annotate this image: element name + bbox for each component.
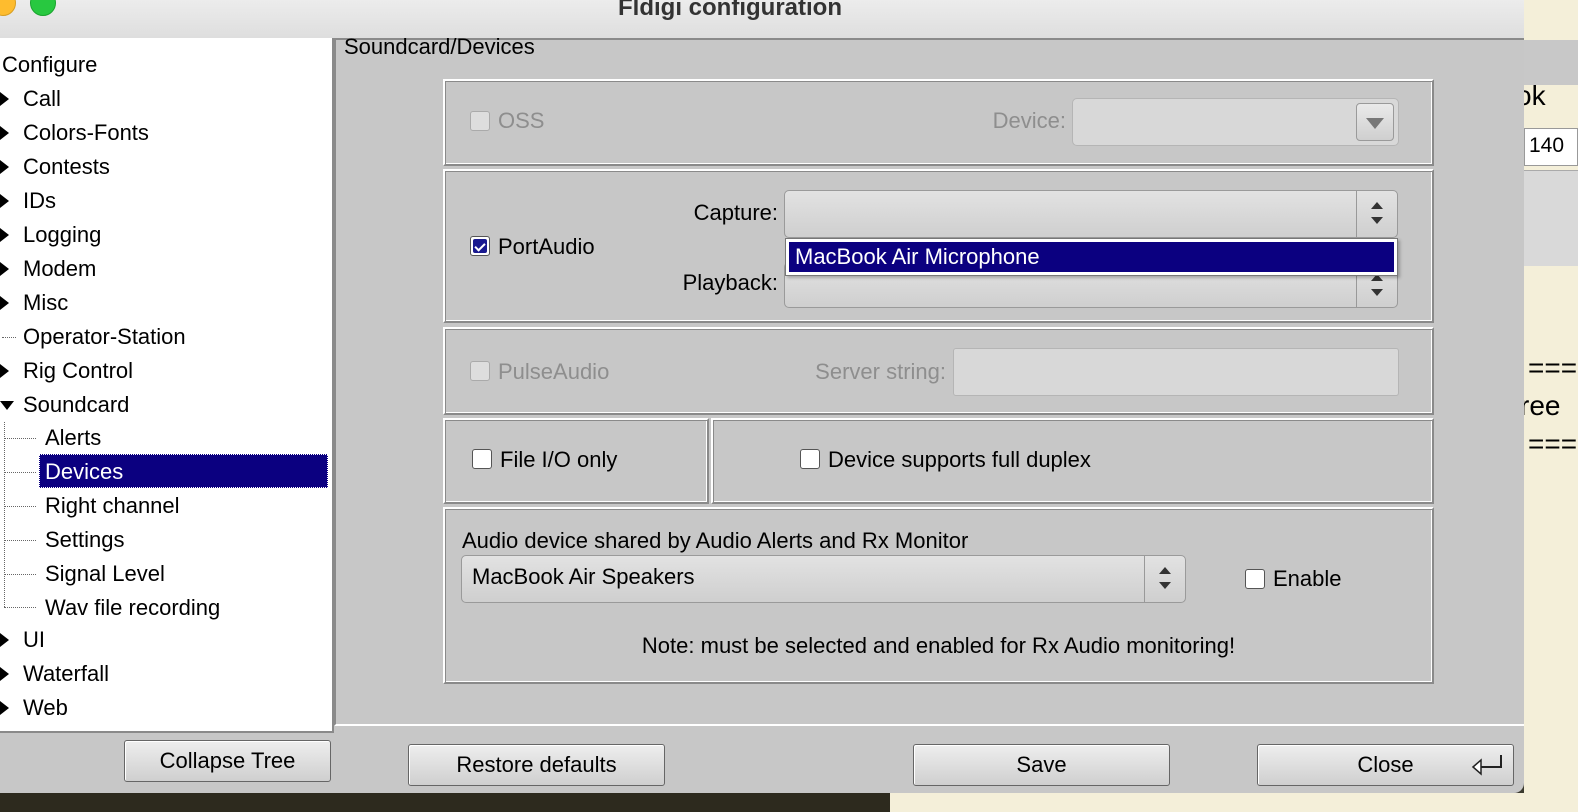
shared-audio-select[interactable]: MacBook Air Speakers bbox=[461, 555, 1186, 603]
tree-item-logging[interactable]: Logging bbox=[0, 218, 330, 252]
server-string-label: Server string: bbox=[815, 359, 946, 384]
desktop-background bbox=[0, 793, 890, 812]
tree-item-devices[interactable]: Devices bbox=[39, 454, 328, 488]
background-text: === bbox=[1528, 428, 1578, 459]
server-string-input[interactable] bbox=[953, 348, 1399, 396]
tree-item-misc[interactable]: Misc bbox=[0, 286, 330, 320]
return-key-icon bbox=[1471, 755, 1502, 776]
expand-arrow-icon[interactable] bbox=[0, 228, 9, 242]
tree-item-wav-file-recording[interactable]: Wav file recording bbox=[39, 591, 220, 625]
file-io-label: File I/O only bbox=[500, 447, 618, 472]
pulseaudio-checkbox[interactable] bbox=[470, 361, 490, 381]
tree-item-ids[interactable]: IDs bbox=[0, 184, 330, 218]
save-button[interactable]: Save bbox=[913, 744, 1170, 786]
file-io-checkbox[interactable] bbox=[472, 449, 492, 469]
oss-label: OSS bbox=[498, 108, 545, 133]
config-window: Fldigi configuration Configure Call Colo… bbox=[0, 0, 1524, 793]
full-duplex-label: Device supports full duplex bbox=[828, 447, 1091, 472]
tree-connector bbox=[4, 607, 36, 608]
shared-audio-heading: Audio device shared by Audio Alerts and … bbox=[462, 528, 969, 553]
tree-item-rig-control[interactable]: Rig Control bbox=[0, 354, 330, 388]
portaudio-label: PortAudio bbox=[498, 234, 595, 259]
tree-item-operator-station[interactable]: Operator-Station bbox=[0, 320, 330, 354]
tree-item-signal-level[interactable]: Signal Level bbox=[39, 557, 165, 591]
tree-item-call[interactable]: Call bbox=[0, 82, 330, 116]
expand-arrow-icon[interactable] bbox=[0, 701, 9, 715]
pulseaudio-label: PulseAudio bbox=[498, 359, 610, 384]
tree-item-colors-fonts[interactable]: Colors-Fonts bbox=[0, 116, 330, 150]
rx-monitor-note: Note: must be selected and enabled for R… bbox=[641, 633, 1236, 658]
expand-arrow-icon[interactable] bbox=[0, 92, 9, 106]
tree-connector bbox=[4, 540, 36, 541]
background-panel bbox=[1524, 170, 1578, 266]
capture-select[interactable] bbox=[784, 190, 1398, 238]
background-app-window: ok 140 === ree === bbox=[1524, 0, 1578, 812]
tree-item-ui[interactable]: UI bbox=[0, 623, 330, 657]
full-duplex-checkbox[interactable] bbox=[800, 449, 820, 469]
tree-connector bbox=[4, 472, 36, 473]
tree-item-settings[interactable]: Settings bbox=[39, 523, 125, 557]
expand-arrow-icon[interactable] bbox=[0, 160, 9, 174]
oss-device-combo[interactable] bbox=[1072, 98, 1399, 146]
close-button[interactable]: Close bbox=[1257, 744, 1514, 786]
spinner-arrows-icon[interactable] bbox=[1356, 191, 1397, 237]
enable-label: Enable bbox=[1273, 566, 1342, 591]
capture-dropdown-menu[interactable]: MacBook Air Microphone bbox=[785, 238, 1398, 276]
dropdown-arrow-icon[interactable] bbox=[1356, 103, 1394, 141]
expand-arrow-icon[interactable] bbox=[0, 126, 9, 140]
tree-item-soundcard[interactable]: Soundcard bbox=[0, 388, 330, 422]
oss-checkbox[interactable] bbox=[470, 111, 490, 131]
title-bar: Fldigi configuration bbox=[0, 0, 1524, 39]
tree-item-alerts[interactable]: Alerts bbox=[39, 421, 101, 455]
close-button-label: Close bbox=[1357, 752, 1414, 777]
background-text: === bbox=[1528, 352, 1578, 383]
background-app-bottom bbox=[890, 793, 1578, 812]
background-text: ree bbox=[1524, 390, 1561, 421]
panel-title: Soundcard/Devices bbox=[344, 34, 535, 59]
background-text: ok bbox=[1524, 80, 1546, 111]
capture-label: Capture: bbox=[693, 200, 778, 225]
tree-item-web[interactable]: Web bbox=[0, 691, 330, 725]
tree-connector bbox=[4, 422, 5, 607]
expand-arrow-icon[interactable] bbox=[0, 262, 9, 276]
background-number-field: 140 bbox=[1524, 128, 1578, 166]
playback-label: Playback: bbox=[682, 270, 778, 295]
expand-arrow-icon[interactable] bbox=[0, 364, 9, 378]
capture-option-macbook-air-microphone[interactable]: MacBook Air Microphone bbox=[789, 242, 1394, 272]
tree-item-contests[interactable]: Contests bbox=[0, 150, 330, 184]
expand-arrow-icon[interactable] bbox=[0, 667, 9, 681]
tree-item-waterfall[interactable]: Waterfall bbox=[0, 657, 330, 691]
tree-connector bbox=[2, 337, 16, 338]
collapse-tree-button[interactable]: Collapse Tree bbox=[124, 740, 331, 782]
tree-item-right-channel[interactable]: Right channel bbox=[39, 489, 180, 523]
window-title: Fldigi configuration bbox=[618, 0, 842, 21]
expand-arrow-icon[interactable] bbox=[0, 633, 9, 647]
tree-connector bbox=[4, 438, 36, 439]
enable-checkbox[interactable] bbox=[1245, 569, 1265, 589]
config-tree[interactable]: Configure Call Colors-Fonts Contests IDs… bbox=[0, 38, 334, 733]
spinner-arrows-icon[interactable] bbox=[1144, 556, 1185, 602]
oss-device-label: Device: bbox=[992, 108, 1066, 133]
expand-arrow-icon[interactable] bbox=[0, 194, 9, 208]
background-toolbar bbox=[1524, 40, 1578, 85]
expand-arrow-icon[interactable] bbox=[0, 296, 9, 310]
portaudio-checkbox[interactable] bbox=[470, 236, 490, 256]
tree-connector bbox=[4, 506, 36, 507]
restore-defaults-button[interactable]: Restore defaults bbox=[408, 744, 665, 786]
collapse-arrow-icon[interactable] bbox=[0, 401, 14, 410]
tree-connector bbox=[4, 574, 36, 575]
tree-root[interactable]: Configure bbox=[2, 48, 97, 82]
tree-item-modem[interactable]: Modem bbox=[0, 252, 330, 286]
